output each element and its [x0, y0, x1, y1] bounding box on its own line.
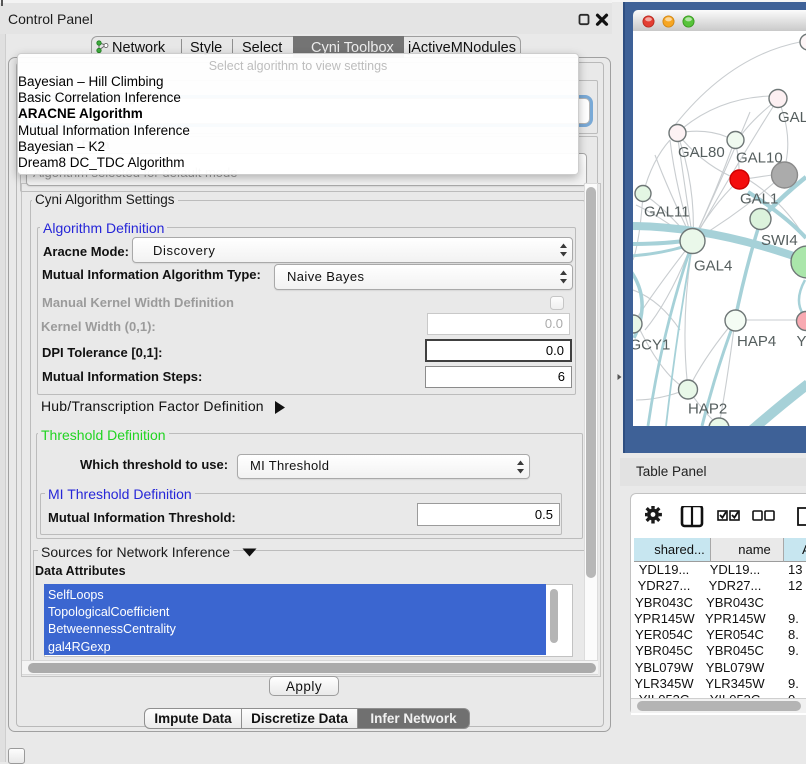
svg-text:GAL: GAL [778, 109, 806, 126]
svg-text:GAL10: GAL10 [736, 150, 783, 167]
svg-text:GAL11: GAL11 [644, 204, 690, 221]
svg-text:GCY1: GCY1 [633, 337, 670, 354]
svg-text:GAL1: GAL1 [740, 191, 778, 208]
svg-text:HAP4: HAP4 [737, 333, 776, 350]
svg-text:SWI4: SWI4 [761, 232, 798, 249]
svg-text:GAL80: GAL80 [678, 144, 725, 161]
svg-text:GAL4: GAL4 [694, 258, 732, 275]
svg-text:HAP2: HAP2 [688, 401, 727, 418]
svg-text:Y: Y [797, 333, 806, 350]
